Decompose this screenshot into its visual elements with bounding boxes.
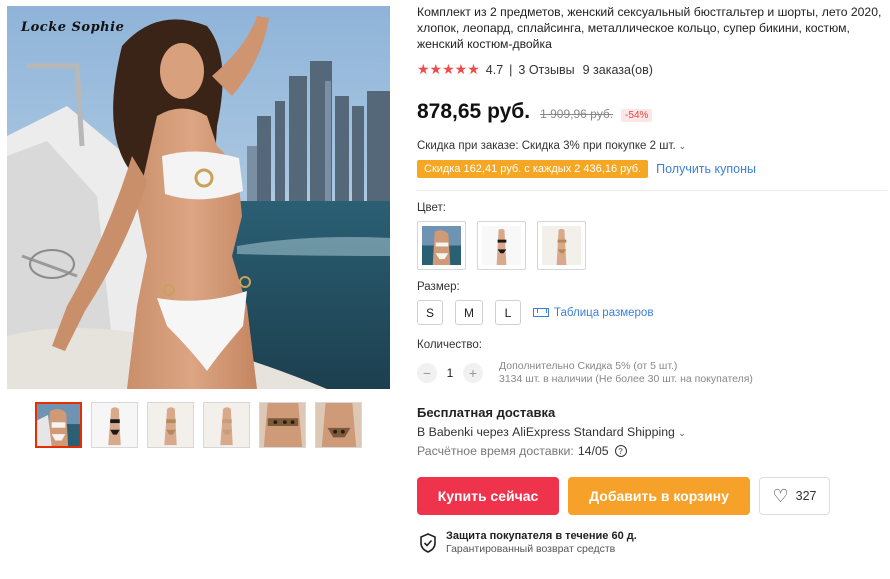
coupon-row: Скидка 162,41 руб. с каждых 2 436,16 руб… [417, 160, 882, 178]
thumbnail-4[interactable] [203, 402, 250, 448]
size-option-s[interactable]: S [417, 300, 444, 325]
size-option-l[interactable]: L [495, 300, 522, 325]
wishlist-button[interactable]: ♡ 327 [759, 477, 830, 515]
color-option-black[interactable] [477, 221, 526, 270]
thumbnail-2[interactable] [91, 402, 138, 448]
buyer-protection-text: Защита покупателя в течение 60 д. Гарант… [446, 530, 637, 556]
product-title: Комплект из 2 предметов, женский сексуал… [417, 5, 882, 51]
shipping-title: Бесплатная доставка [417, 405, 556, 420]
buy-now-button[interactable]: Купить сейчас [417, 477, 559, 515]
shipping-method-text: В Babenki через AliExpress Standard Ship… [417, 425, 675, 439]
thumbnail-strip [35, 402, 362, 448]
quantity-increase-button[interactable]: + [463, 363, 483, 383]
thumbnail-3[interactable] [147, 402, 194, 448]
color-label: Цвет: [417, 202, 446, 214]
orders-count: 9 заказа(ов) [582, 62, 653, 77]
color-options [417, 221, 882, 270]
wishlist-count: 327 [795, 489, 817, 503]
buyer-protection: Защита покупателя в течение 60 д. Гарант… [419, 530, 882, 556]
thumbnail-1[interactable] [35, 402, 82, 448]
main-product-image[interactable]: Locke Sophie [7, 6, 390, 389]
size-options: S M L Таблица размеров [417, 300, 882, 325]
buyer-protection-subtitle: Гарантированный возврат средств [446, 543, 616, 555]
heart-icon: ♡ [772, 485, 789, 506]
chevron-down-icon: ⌄ [678, 140, 687, 151]
rating-value: 4.7 [485, 62, 504, 77]
rating-separator: | [509, 62, 513, 77]
product-info-panel: Комплект из 2 предметов, женский сексуал… [417, 4, 887, 556]
quantity-label: Количество: [417, 339, 482, 351]
help-icon[interactable]: ? [614, 445, 627, 457]
coupon-tag: Скидка 162,41 руб. с каждых 2 436,16 руб… [417, 160, 649, 178]
discount-badge: -54% [621, 109, 653, 122]
quantity-value[interactable]: 1 [437, 366, 463, 380]
ruler-icon [533, 308, 550, 317]
shield-check-icon [420, 533, 436, 553]
current-price: 878,65 руб. [417, 100, 531, 123]
color-option-leopard[interactable] [537, 221, 586, 270]
add-to-cart-button[interactable]: Добавить в корзину [568, 477, 750, 515]
size-label: Размер: [417, 281, 460, 293]
thumbnail-6[interactable] [315, 402, 362, 448]
size-chart-label: Таблица размеров [554, 306, 654, 319]
action-buttons: Купить сейчас Добавить в корзину ♡ 327 [417, 477, 882, 515]
rating-row: ★★★★★ 4.7 | 3 Отзывы 9 заказа(ов) [417, 61, 882, 78]
rating-stars-icon: ★★★★★ [417, 61, 480, 77]
thumbnail-5[interactable] [259, 402, 306, 448]
order-discount-dropdown[interactable]: Скидка при заказе: Скидка 3% при покупке… [417, 140, 882, 152]
quantity-decrease-button[interactable]: − [417, 363, 437, 383]
quantity-extra-discount: Дополнительно Скидка 5% (от 5 шт.) [499, 360, 678, 372]
reviews-link[interactable]: 3 Отзывы [518, 63, 574, 77]
color-option-white[interactable] [417, 221, 466, 270]
delivery-estimate: Расчётное время доставки: 14/05 ? [417, 444, 882, 458]
divider [417, 190, 887, 191]
chevron-down-icon: ⌄ [678, 428, 686, 438]
old-price: 1 909,96 руб. [540, 107, 614, 121]
brand-watermark: Locke Sophie [21, 20, 125, 35]
order-discount-text: Скидка при заказе: Скидка 3% при покупке… [417, 140, 676, 152]
size-chart-link[interactable]: Таблица размеров [533, 307, 653, 319]
delivery-estimate-value: 14/05 [577, 444, 609, 458]
price-row: 878,65 руб. 1 909,96 руб. -54% [417, 100, 882, 124]
buyer-protection-title: Защита покупателя в течение 60 д. [446, 530, 637, 542]
quantity-stepper: − 1 + Дополнительно Скидка 5% (от 5 шт.)… [417, 360, 882, 386]
size-option-m[interactable]: M [455, 300, 484, 325]
delivery-estimate-label: Расчётное время доставки: [417, 444, 574, 458]
quantity-info: Дополнительно Скидка 5% (от 5 шт.) 3134 … [499, 360, 753, 386]
get-coupons-link[interactable]: Получить купоны [656, 162, 756, 176]
stock-info: 3134 шт. в наличии (Не более 30 шт. на п… [499, 373, 753, 385]
shipping-method-dropdown[interactable]: В Babenki через AliExpress Standard Ship… [417, 425, 882, 439]
